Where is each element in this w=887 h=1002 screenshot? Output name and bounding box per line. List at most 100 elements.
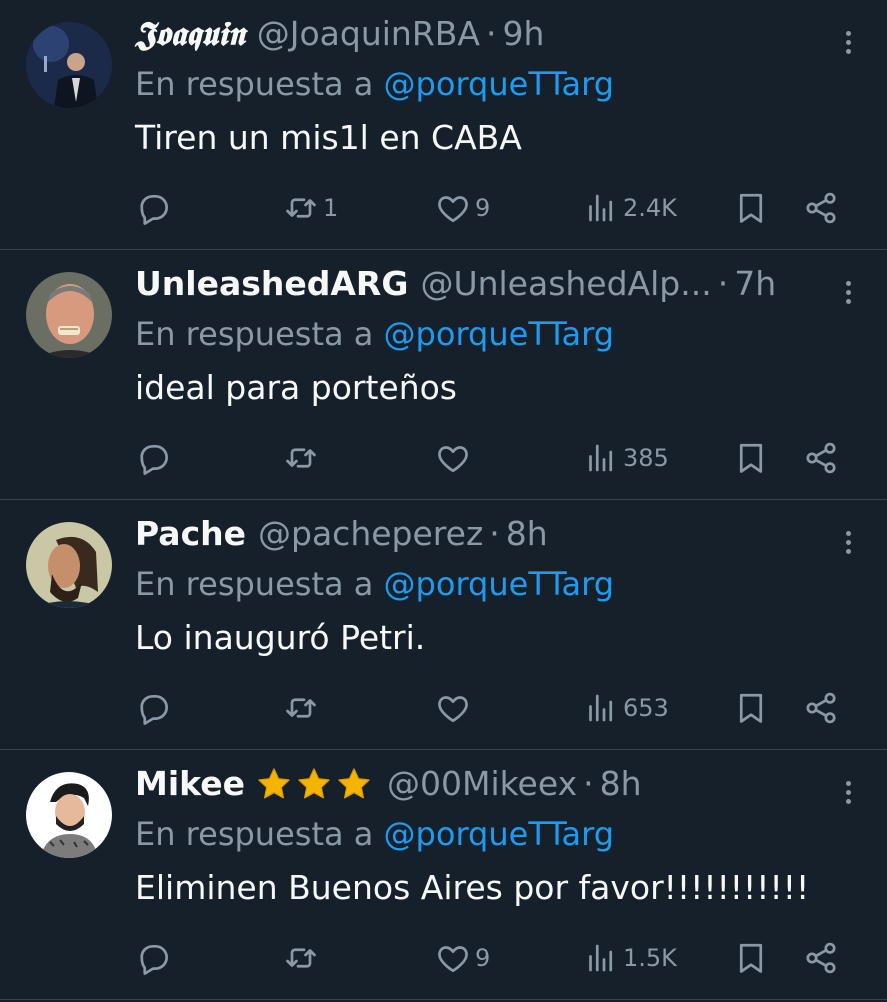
share-button[interactable]	[803, 440, 839, 476]
star-icon	[335, 765, 373, 803]
reply-mention-link[interactable]: @porqueTTarg	[384, 65, 615, 103]
bar-chart-icon	[583, 690, 619, 726]
view-count: 2.4K	[623, 194, 677, 222]
avatar[interactable]	[26, 522, 112, 608]
tweet-card[interactable]: Mikee @00Mikeex · 8h En respuesta a @por…	[0, 750, 887, 1000]
avatar[interactable]	[26, 272, 112, 358]
bar-chart-icon	[583, 190, 619, 226]
share-button[interactable]	[803, 690, 839, 726]
tweet-text: ideal para porteños	[135, 368, 457, 407]
bookmark-button[interactable]	[733, 940, 769, 976]
display-name[interactable]: Mikee	[135, 758, 245, 810]
tweet-header: Pache @pacheperez · 8h	[135, 508, 861, 560]
user-handle[interactable]: @00Mikeex	[387, 758, 577, 810]
bookmark-icon	[733, 690, 769, 726]
separator-dot: ·	[717, 264, 729, 303]
view-count: 1.5K	[623, 944, 677, 972]
reply-mention-link[interactable]: @porqueTTarg	[384, 315, 615, 353]
bookmark-icon	[733, 940, 769, 976]
share-icon	[803, 190, 839, 226]
retweet-button[interactable]: 1	[283, 190, 338, 226]
view-count: 385	[623, 444, 669, 472]
like-button[interactable]	[435, 440, 475, 476]
bookmark-icon	[733, 440, 769, 476]
timestamp[interactable]: 8h	[506, 508, 548, 560]
tweet-card[interactable]: 𝕵𝖔𝖆𝖖𝖚𝖎𝖓 @JoaquinRBA · 9h En respuesta a …	[0, 0, 887, 250]
more-options-icon[interactable]	[835, 272, 861, 312]
timestamp[interactable]: 8h	[600, 758, 642, 810]
user-handle[interactable]: @JoaquinRBA	[257, 8, 480, 60]
action-bar: 653	[135, 690, 861, 726]
retweet-button[interactable]	[283, 940, 323, 976]
share-icon	[803, 940, 839, 976]
reply-context: En respuesta a @porqueTTarg	[135, 310, 861, 358]
retweet-icon	[283, 190, 319, 226]
reply-context: En respuesta a @porqueTTarg	[135, 60, 861, 108]
like-button[interactable]	[435, 690, 475, 726]
like-count: 9	[475, 194, 491, 222]
views-button[interactable]: 2.4K	[583, 190, 677, 226]
like-button[interactable]: 9	[435, 940, 490, 976]
views-button[interactable]: 1.5K	[583, 940, 677, 976]
reply-prefix: En respuesta a	[135, 565, 374, 603]
tweet-header: 𝕵𝖔𝖆𝖖𝖚𝖎𝖓 @JoaquinRBA · 9h	[135, 8, 861, 60]
like-count: 9	[475, 944, 491, 972]
tweet-text: Tiren un mis1l en CABA	[135, 118, 522, 157]
user-handle[interactable]: @pacheperez	[258, 508, 483, 560]
bar-chart-icon	[583, 440, 619, 476]
views-button[interactable]: 653	[583, 690, 669, 726]
views-button[interactable]: 385	[583, 440, 669, 476]
display-name[interactable]: 𝕵𝖔𝖆𝖖𝖚𝖎𝖓	[135, 8, 245, 60]
reply-button[interactable]	[135, 440, 175, 476]
view-count: 653	[623, 694, 669, 722]
bookmark-icon	[733, 190, 769, 226]
reply-prefix: En respuesta a	[135, 815, 374, 853]
like-button[interactable]: 9	[435, 190, 490, 226]
share-button[interactable]	[803, 190, 839, 226]
tweet-card[interactable]: UnleashedARG @UnleashedAlp... · 7h En re…	[0, 250, 887, 500]
reply-context: En respuesta a @porqueTTarg	[135, 810, 861, 858]
reply-context: En respuesta a @porqueTTarg	[135, 560, 861, 608]
reply-button[interactable]	[135, 690, 175, 726]
reply-button[interactable]	[135, 190, 175, 226]
tweet-header: Mikee @00Mikeex · 8h	[135, 758, 861, 810]
display-name[interactable]: Pache	[135, 508, 246, 560]
retweet-icon	[283, 440, 319, 476]
separator-dot: ·	[489, 514, 500, 553]
action-bar: 385	[135, 440, 861, 476]
retweet-icon	[283, 940, 319, 976]
avatar[interactable]	[26, 772, 112, 858]
reply-mention-link[interactable]: @porqueTTarg	[384, 815, 615, 853]
timestamp[interactable]: 7h	[734, 258, 776, 310]
more-options-icon[interactable]	[835, 522, 861, 562]
share-icon	[803, 440, 839, 476]
bookmark-button[interactable]	[733, 690, 769, 726]
bookmark-button[interactable]	[733, 190, 769, 226]
bookmark-button[interactable]	[733, 440, 769, 476]
display-name[interactable]: UnleashedARG	[135, 258, 408, 310]
reply-mention-link[interactable]: @porqueTTarg	[384, 565, 615, 603]
retweet-button[interactable]	[283, 690, 323, 726]
more-options-icon[interactable]	[835, 22, 861, 62]
timestamp[interactable]: 9h	[502, 8, 544, 60]
reply-button[interactable]	[135, 940, 175, 976]
reply-prefix: En respuesta a	[135, 315, 374, 353]
reply-prefix: En respuesta a	[135, 65, 374, 103]
more-options-icon[interactable]	[835, 772, 861, 812]
heart-icon	[435, 940, 471, 976]
heart-icon	[435, 190, 471, 226]
user-handle[interactable]: @UnleashedAlp...	[420, 258, 711, 310]
heart-icon	[435, 690, 471, 726]
reply-icon	[135, 190, 171, 226]
separator-dot: ·	[485, 14, 497, 53]
tweet-card[interactable]: Pache @pacheperez · 8h En respuesta a @p…	[0, 500, 887, 750]
tweet-text: Lo inauguró Petri.	[135, 618, 426, 657]
share-icon	[803, 690, 839, 726]
share-button[interactable]	[803, 940, 839, 976]
tweet-text: Eliminen Buenos Aires por favor!!!!!!!!!…	[135, 868, 810, 907]
star-icon	[295, 765, 333, 803]
retweet-button[interactable]	[283, 440, 323, 476]
reply-icon	[135, 940, 171, 976]
avatar[interactable]	[26, 22, 112, 108]
tweet-header: UnleashedARG @UnleashedAlp... · 7h	[135, 258, 861, 310]
